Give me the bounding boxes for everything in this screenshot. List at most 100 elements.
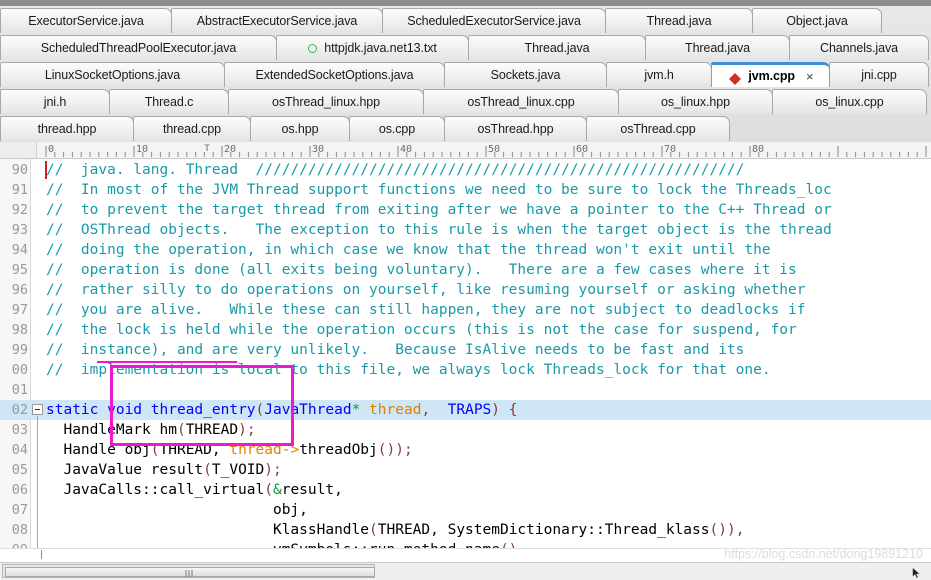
watermark-text: https://blog.csdn.net/dong19891210 xyxy=(724,547,923,561)
line-number: 07 xyxy=(11,502,28,518)
editor-tab-osthread-cpp[interactable]: osThread.cpp xyxy=(586,116,730,141)
code-token: // In most of the JVM Thread support fun… xyxy=(46,182,832,198)
tab-row: ExecutorService.java AbstractExecutorServ… xyxy=(0,6,931,33)
editor-tab-object-java[interactable]: Object.java xyxy=(752,8,882,33)
line-content: static void thread_entry(JavaThread* thr… xyxy=(46,400,518,420)
code-token: & xyxy=(272,482,282,498)
code-line[interactable]: 99 // instance), and are very unlikely. B… xyxy=(0,340,931,360)
editor-tab-os-linux-cpp[interactable]: os_linux.cpp xyxy=(772,89,927,114)
editor-tab-thread-java[interactable]: Thread.java xyxy=(605,8,753,33)
editor-tab-scheduledthreadpoolexecutor-java[interactable]: ScheduledThreadPoolExecutor.java xyxy=(0,35,277,60)
svg-text:20: 20 xyxy=(224,144,236,155)
editor-tab-jni-cpp[interactable]: jni.cpp xyxy=(829,62,929,87)
code-token: , xyxy=(421,402,431,418)
editor-tab-httpjdk-java-net13-txt[interactable]: httpjdk.java.net13.txt xyxy=(276,35,469,60)
code-token: THREAD, xyxy=(159,442,230,458)
editor-tab-thread-c[interactable]: Thread.c xyxy=(109,89,229,114)
line-number: 02 xyxy=(11,402,28,418)
tab-label: Object.java xyxy=(786,13,848,28)
editor-tab-jni-h[interactable]: jni.h xyxy=(0,89,110,114)
editor-tab-channels-java[interactable]: Channels.java xyxy=(789,35,929,60)
line-number: 91 xyxy=(11,182,28,198)
code-line[interactable]: 06 JavaCalls::call_virtual(&result, xyxy=(0,480,931,500)
code-token: JavaCalls::call_virtual xyxy=(46,482,265,498)
editor-tab-sockets-java[interactable]: Sockets.java xyxy=(444,62,607,87)
code-line[interactable]: 98 // the lock is held while the operatio… xyxy=(0,320,931,340)
line-number: 06 xyxy=(11,482,28,498)
code-token: JavaValue result xyxy=(46,462,204,478)
editor-tab-executorservice-java[interactable]: ExecutorService.java xyxy=(0,8,172,33)
editor-tab-os-cpp[interactable]: os.cpp xyxy=(349,116,445,141)
code-line[interactable]: 04 Handle obj(THREAD, thread->threadObj(… xyxy=(0,440,931,460)
code-token: ( xyxy=(255,402,265,418)
horizontal-scrollbar[interactable] xyxy=(0,562,931,580)
code-token: obj, xyxy=(46,502,308,518)
editor-tab-extendedsocketoptions-java[interactable]: ExtendedSocketOptions.java xyxy=(224,62,445,87)
tab-label: osThread.cpp xyxy=(620,121,696,136)
code-token: { xyxy=(508,402,518,418)
scrollbar-track[interactable] xyxy=(2,564,375,578)
tab-label: thread.cpp xyxy=(162,121,222,136)
code-line[interactable]: 03 HandleMark hm(THREAD); xyxy=(0,420,931,440)
svg-text:60: 60 xyxy=(576,144,588,155)
code-line[interactable]: 90 // java. lang. Thread ////////////////… xyxy=(0,160,931,180)
code-token: ( xyxy=(203,462,212,478)
svg-text:40: 40 xyxy=(400,144,412,155)
editor-tab-jvm-cpp[interactable]: jvm.cpp × xyxy=(711,62,830,87)
code-line[interactable]: 93 // OSThread objects. The exception to … xyxy=(0,220,931,240)
editor-tab-thread-cpp[interactable]: thread.cpp xyxy=(133,116,251,141)
line-content: JavaValue result(T_VOID); xyxy=(46,460,281,480)
code-line[interactable]: 01 xyxy=(0,380,931,400)
editor-tab-linuxsocketoptions-java[interactable]: LinuxSocketOptions.java xyxy=(0,62,225,87)
editor-tab-osthread-linux-hpp[interactable]: osThread_linux.hpp xyxy=(228,89,424,114)
code-line[interactable]: 91 // In most of the JVM Thread support f… xyxy=(0,180,931,200)
code-line[interactable]: 05 JavaValue result(T_VOID); xyxy=(0,460,931,480)
line-number: 01 xyxy=(11,382,28,398)
editor-tab-os-linux-hpp[interactable]: os_linux.hpp xyxy=(618,89,773,114)
code-line[interactable]: 92 // to prevent the target thread from e… xyxy=(0,200,931,220)
editor-tab-thread-java[interactable]: Thread.java xyxy=(468,35,646,60)
tab-label: osThread_linux.cpp xyxy=(467,94,575,109)
code-token: // instance), and are very unlikely. Bec… xyxy=(46,342,745,358)
editor-tab-os-hpp[interactable]: os.hpp xyxy=(250,116,350,141)
fold-collapse-icon[interactable] xyxy=(32,404,43,415)
tab-label: os.hpp xyxy=(281,121,319,136)
tab-row: thread.hpp thread.cpp os.hpp os.cpp osThread… xyxy=(0,114,931,141)
line-number: 94 xyxy=(11,242,28,258)
code-line[interactable]: 97 // you are alive. While these can stil… xyxy=(0,300,931,320)
code-line[interactable]: 07 obj, xyxy=(0,500,931,520)
code-token: ( xyxy=(150,442,160,458)
code-line[interactable]: 96 // rather silly to do operations on yo… xyxy=(0,280,931,300)
code-token: ; xyxy=(246,422,256,438)
editor-tab-thread-java[interactable]: Thread.java xyxy=(645,35,790,60)
editor-tab-osthread-linux-cpp[interactable]: osThread_linux.cpp xyxy=(423,89,619,114)
svg-text:80: 80 xyxy=(752,144,764,155)
scrollbar-thumb[interactable] xyxy=(5,567,375,577)
editor-tab-jvm-h[interactable]: jvm.h xyxy=(606,62,712,87)
code-line[interactable]: 94 // doing the operation, in which case … xyxy=(0,240,931,260)
tab-row: LinuxSocketOptions.java ExtendedSocketOpt… xyxy=(0,60,931,87)
code-token: () xyxy=(377,442,396,458)
code-line[interactable]: 00 // implementation is local to this fil… xyxy=(0,360,931,380)
code-token: // to prevent the target thread from exi… xyxy=(46,202,832,218)
tab-label: Thread.java xyxy=(685,40,750,55)
line-number: 96 xyxy=(11,282,28,298)
split-handle-icon[interactable] xyxy=(41,550,42,559)
line-number: 00 xyxy=(11,362,28,378)
code-token: static xyxy=(46,402,108,418)
editor-tab-scheduledexecutorservice-java[interactable]: ScheduledExecutorService.java xyxy=(382,8,606,33)
code-token: ) xyxy=(264,462,273,478)
code-line[interactable]: 08 KlassHandle(THREAD, SystemDictionary:… xyxy=(0,520,931,540)
code-editor-area[interactable]: 90 // java. lang. Thread ////////////////… xyxy=(0,159,931,563)
close-icon[interactable]: × xyxy=(806,70,814,83)
editor-tab-osthread-hpp[interactable]: osThread.hpp xyxy=(444,116,587,141)
line-number: 05 xyxy=(11,462,28,478)
editor-tab-thread-hpp[interactable]: thread.hpp xyxy=(0,116,134,141)
editor-tab-abstractexecutorservice-java[interactable]: AbstractExecutorService.java xyxy=(171,8,383,33)
code-line[interactable]: 02 static void thread_entry(JavaThread* t… xyxy=(0,400,931,420)
status-circle-icon xyxy=(308,43,318,53)
code-line[interactable]: 95 // operation is done (all exits being … xyxy=(0,260,931,280)
tab-label: httpjdk.java.net13.txt xyxy=(324,40,437,55)
